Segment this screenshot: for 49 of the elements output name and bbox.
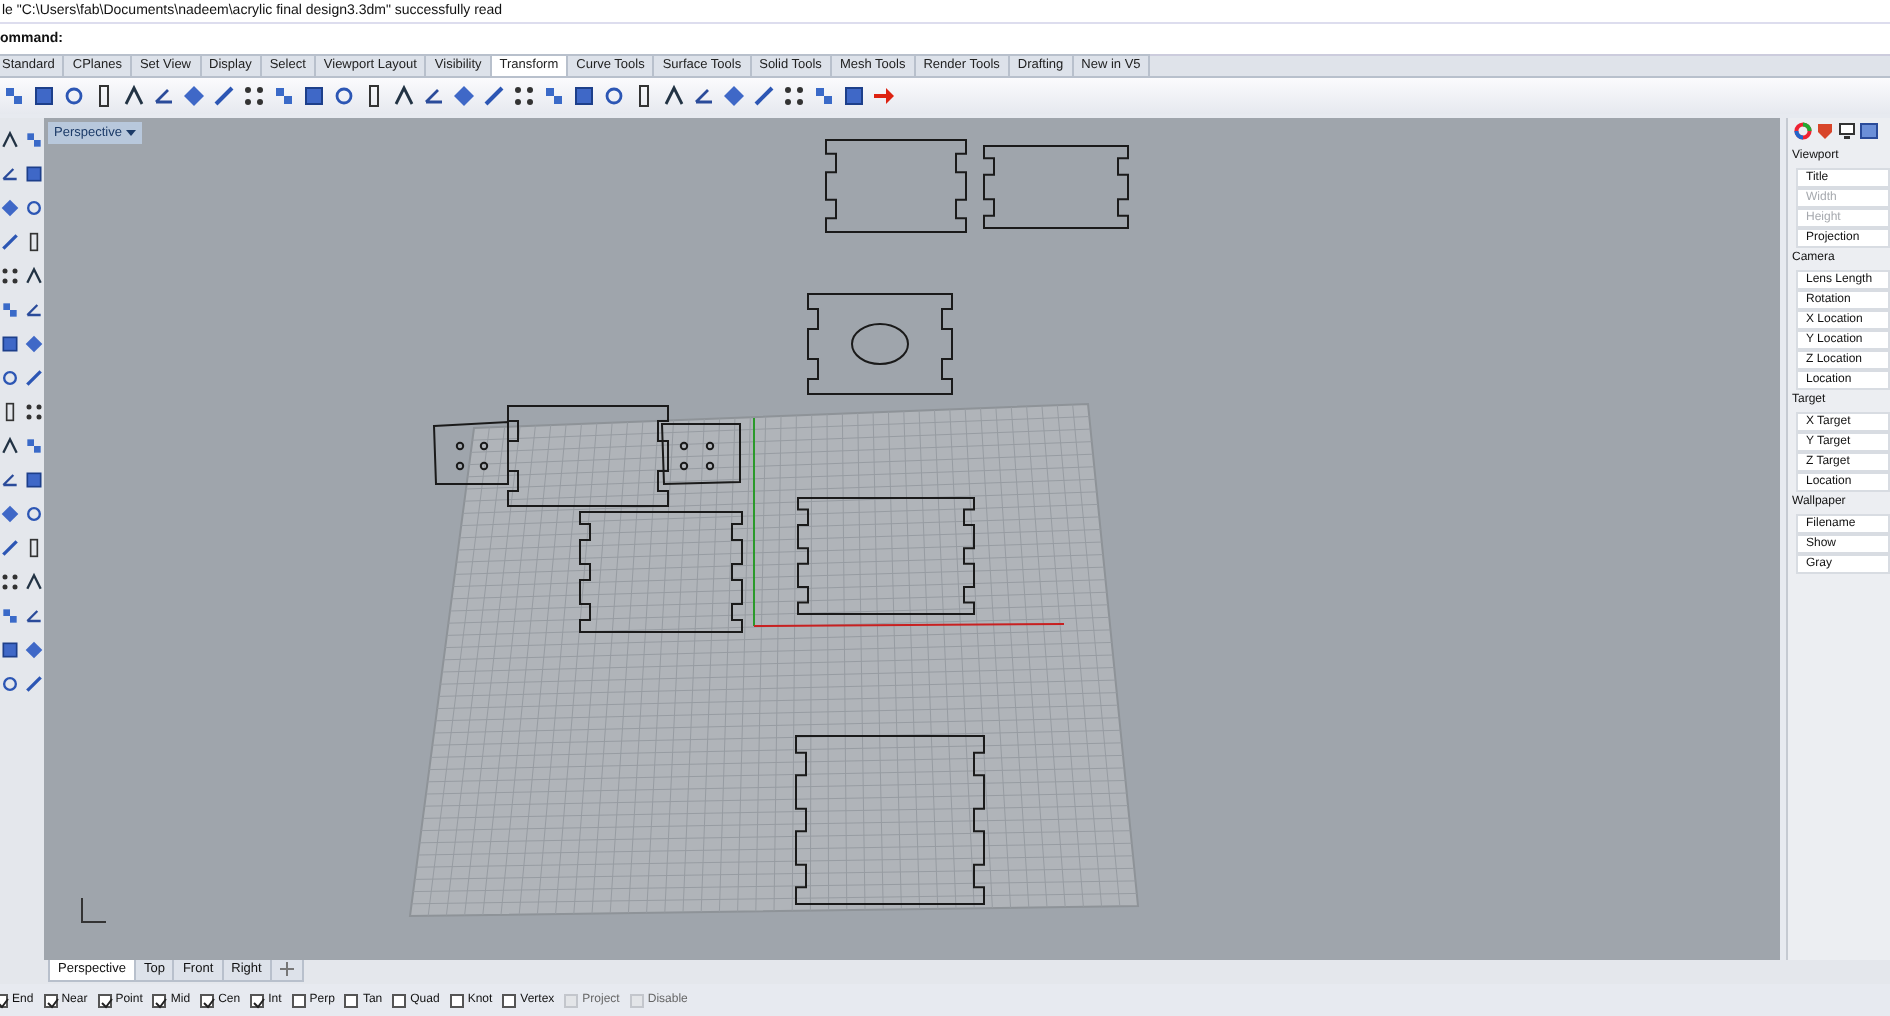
color-wheel-icon[interactable] (1794, 122, 1812, 140)
tool-icon[interactable] (662, 84, 686, 108)
side-panel-outline (660, 423, 741, 486)
tool-icon[interactable] (512, 84, 536, 108)
tool-icon[interactable] (752, 84, 776, 108)
tool-icon[interactable] (0, 572, 20, 592)
tool-icon[interactable] (692, 84, 716, 108)
tool-icon[interactable] (122, 84, 146, 108)
shield-icon[interactable] (1816, 122, 1834, 140)
tool-icon[interactable] (24, 402, 44, 422)
checkbox[interactable] (97, 994, 112, 1008)
monitor-icon[interactable] (1838, 122, 1856, 140)
part-outline (825, 139, 967, 233)
tool-icon[interactable] (332, 84, 356, 108)
tool-icon[interactable] (0, 266, 20, 286)
tool-icon[interactable] (212, 84, 236, 108)
tool-icon[interactable] (782, 84, 806, 108)
arrow-icon[interactable] (872, 84, 896, 108)
tool-icon[interactable] (842, 84, 866, 108)
tool-icon[interactable] (0, 164, 20, 184)
tool-icon[interactable] (32, 84, 56, 108)
tool-icon[interactable] (602, 84, 626, 108)
tool-icon[interactable] (392, 84, 416, 108)
checkbox[interactable] (43, 994, 58, 1008)
checkbox[interactable] (152, 994, 167, 1008)
hole-outline (851, 323, 909, 365)
side-panel-outline (432, 420, 509, 485)
tool-icon[interactable] (572, 84, 596, 108)
axis-icon (81, 897, 107, 923)
tool-icon[interactable] (152, 84, 176, 108)
checkbox[interactable] (502, 994, 517, 1008)
checkbox[interactable] (392, 994, 407, 1008)
checkbox[interactable] (291, 994, 306, 1008)
tool-icon[interactable] (62, 84, 86, 108)
checkbox[interactable] (200, 994, 215, 1008)
tool-icon[interactable] (242, 84, 266, 108)
picture-icon[interactable] (1860, 122, 1878, 140)
tool-icon[interactable] (422, 84, 446, 108)
tool-icon[interactable] (482, 84, 506, 108)
checkbox[interactable] (250, 994, 265, 1008)
tool-icon[interactable] (0, 470, 20, 490)
tool-icon[interactable] (24, 606, 44, 626)
add-tab-button[interactable] (269, 960, 304, 982)
plus-icon (279, 961, 294, 976)
tool-icon[interactable] (302, 84, 326, 108)
tool-icon[interactable] (24, 300, 44, 320)
checkbox[interactable] (449, 994, 464, 1008)
checkbox[interactable] (344, 994, 359, 1008)
dropdown-caret-icon (125, 128, 136, 138)
